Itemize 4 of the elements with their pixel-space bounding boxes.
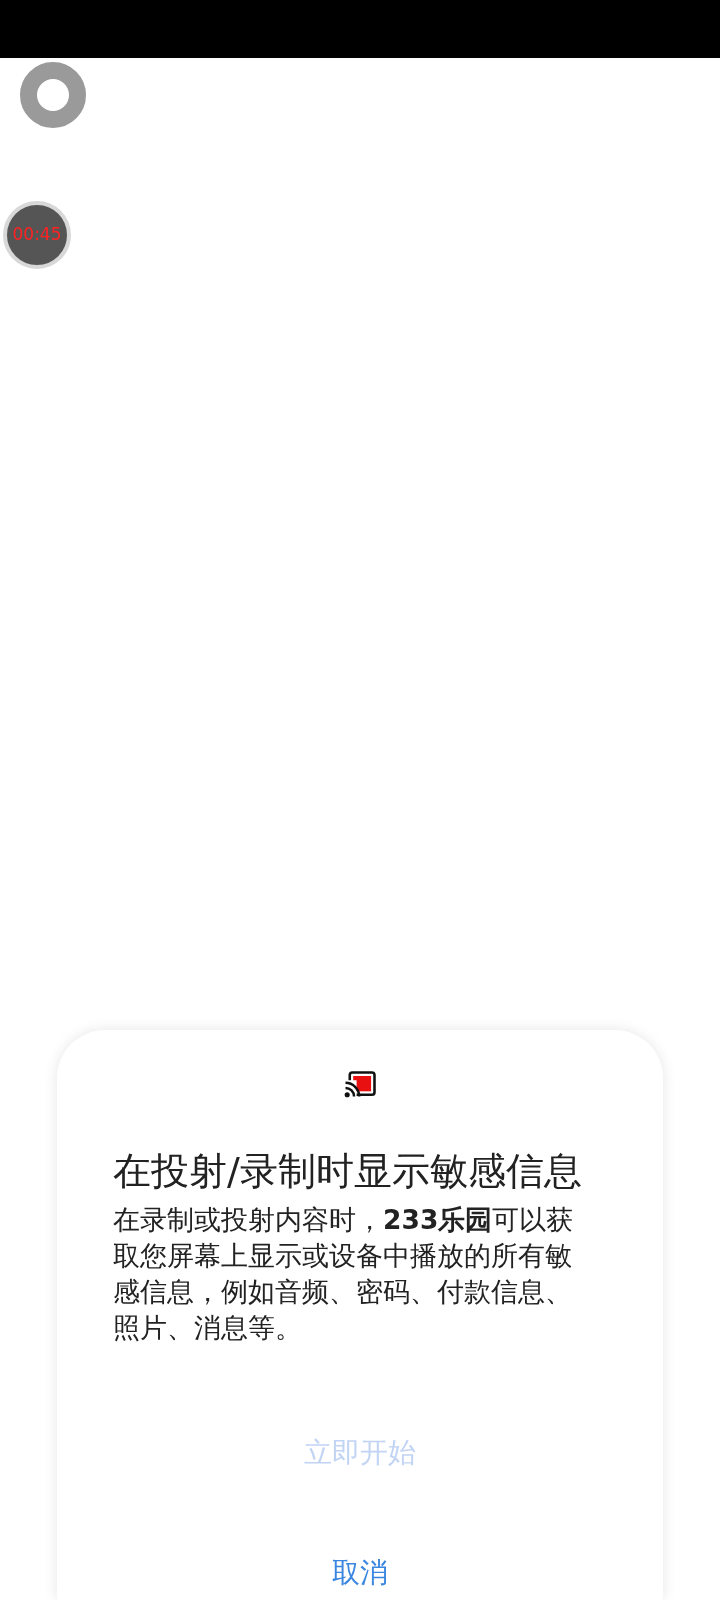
timer-button[interactable]: 00:45: [3, 201, 71, 269]
cancel-button[interactable]: 取消: [320, 1546, 400, 1600]
dialog-message: 在录制或投射内容时，233乐园可以获取您屏幕上显示或设备中播放的所有敏感信息，例如音频、密码、付款信息、照片、消息等。: [113, 1203, 575, 1345]
dialog-title: 在投射/录制时显示敏感信息: [113, 1148, 583, 1195]
